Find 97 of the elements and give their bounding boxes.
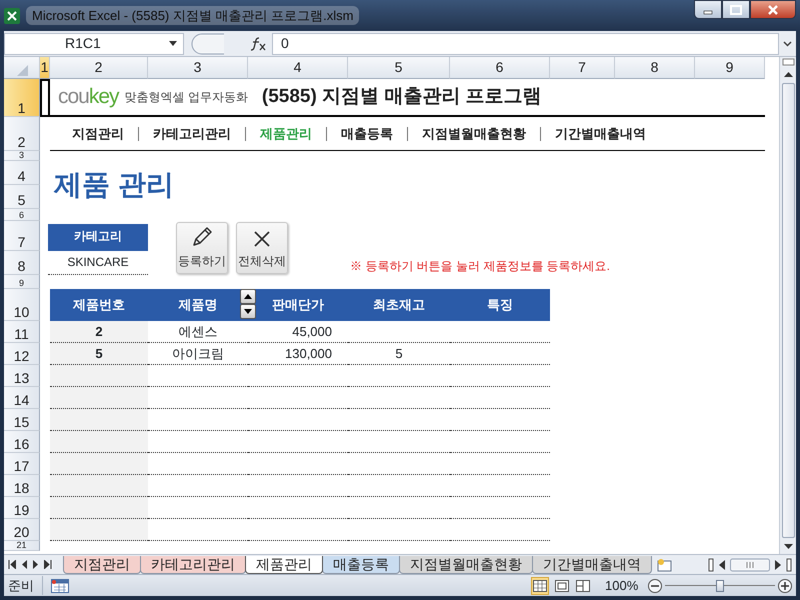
spin-down-button[interactable] [240,304,256,319]
row-header[interactable]: 14 [4,387,40,409]
table-cell: 에센스 [148,321,248,343]
table-cell: 130,000 [248,343,348,365]
notice-text: ※ 등록하기 버튼을 눌러 제품정보를 등록하세요. [349,258,612,275]
row-header[interactable]: 9 [4,275,40,289]
spin-up-button[interactable] [240,289,256,304]
column-heading: 최초재고 [348,289,450,321]
zoom-out-button[interactable] [648,578,662,592]
row-header[interactable]: 8 [4,251,40,275]
scrollbar-thumb[interactable] [782,83,794,538]
maximize-button[interactable] [722,0,750,19]
split-icon[interactable] [786,558,792,572]
table-cell: 45,000 [248,321,348,343]
zoom-slider[interactable] [664,578,775,592]
row-header[interactable]: 7 [4,221,40,251]
sheet-tab[interactable]: 기간별매출내역 [532,556,652,574]
close-icon [767,4,779,14]
sheet-tab[interactable]: 카테고리관리 [140,556,246,574]
row-header[interactable]: 2 [4,117,40,151]
column-heading: 판매단가 [248,289,348,321]
row-header[interactable]: 3 [4,151,40,161]
row-header[interactable]: 17 [4,453,40,475]
row-header[interactable]: 10 [4,289,40,321]
normal-view-button[interactable] [531,576,550,594]
table-cell: 2 [50,321,148,343]
column-header[interactable]: 1 [40,57,50,79]
row-header[interactable]: 20 [4,519,40,541]
row-header[interactable]: 6 [4,209,40,221]
first-sheet-icon[interactable] [8,560,16,569]
down-arrow-icon [244,309,252,314]
column-heading: 제품번호 [50,289,148,321]
row-header[interactable]: 19 [4,497,40,519]
formula-field[interactable]: 0 [272,32,779,54]
excel-logo-icon [4,8,20,24]
row-header[interactable]: 21 [4,541,40,551]
delete-all-button[interactable]: 전체삭제 [236,222,288,274]
last-sheet-icon[interactable] [44,560,52,569]
column-header[interactable]: 7 [550,57,615,79]
active-cell[interactable] [40,79,50,117]
brand-tagline: 맞춤형엑셀 업무자동화 [124,89,248,106]
table-cell: 5 [348,343,450,365]
menu-link[interactable]: 지점관리 [58,126,138,140]
row-header[interactable]: 5 [4,185,40,209]
column-header[interactable]: 3 [148,57,248,79]
column-header[interactable]: 6 [450,57,550,79]
scroll-left-icon[interactable] [717,558,727,570]
minimize-button[interactable] [694,0,722,19]
menu-link[interactable]: 매출등록 [326,126,407,140]
row-header[interactable]: 16 [4,431,40,453]
previous-sheet-icon[interactable] [20,560,28,569]
row-header[interactable]: 1 [4,79,40,117]
column-heading: 제품명 [178,296,218,314]
zoom-level[interactable]: 100% [605,576,638,596]
status-text: 준비 [8,576,43,596]
menu-link[interactable]: 카테고리관리 [138,126,245,140]
row-header[interactable]: 4 [4,161,40,185]
macro-record-icon[interactable] [51,578,69,592]
plus-icon [781,582,789,590]
category-value[interactable]: SKINCARE [48,251,148,275]
scroll-right-icon[interactable] [773,558,783,570]
program-title: (5585) 지점별 매출관리 프로그램 [262,84,542,109]
column-heading: 특징 [450,289,550,321]
sheet-tab[interactable]: 제품관리 [245,556,323,574]
row-header[interactable]: 12 [4,343,40,365]
split-icon[interactable] [708,558,714,572]
name-box[interactable]: R1C1 [4,32,184,54]
register-button[interactable]: 등록하기 [176,222,228,274]
table-cell: 5 [50,343,148,365]
menu-link[interactable]: 기간별매출내역 [540,126,660,140]
sheet-tab[interactable]: 매출등록 [322,556,400,574]
up-arrow-icon [244,294,252,299]
zoom-in-button[interactable] [778,578,792,592]
window-title: Microsoft Excel - (5585) 지점별 매출관리 프로그램.xlsm [26,6,360,26]
scrollbar-thumb[interactable] [730,558,770,572]
column-header[interactable]: 5 [348,57,450,79]
row-header[interactable]: 13 [4,365,40,387]
row-header[interactable]: 15 [4,409,40,431]
category-label: 카테고리 [48,224,148,251]
caret-icon [169,41,177,46]
column-header[interactable]: 2 [50,57,148,79]
insert-sheet-icon[interactable] [656,558,674,572]
menu-link[interactable]: 지점별월매출현황 [407,126,540,140]
maximize-icon [730,4,742,14]
sheet-tab[interactable]: 지점별월매출현황 [399,556,533,574]
column-header[interactable]: 9 [695,57,765,79]
column-header[interactable]: 4 [248,57,348,79]
row-header[interactable]: 11 [4,321,40,343]
page-heading: 제품 관리 [52,168,175,202]
function-icon[interactable] [250,36,266,50]
next-sheet-icon[interactable] [32,560,40,569]
column-header[interactable]: 8 [615,57,695,79]
table-cell: 아이크림 [148,343,248,365]
sheet-tab[interactable]: 지점관리 [63,556,141,574]
close-button[interactable] [750,0,796,19]
row-header[interactable]: 18 [4,475,40,497]
brand-logo: coukey [58,84,119,110]
